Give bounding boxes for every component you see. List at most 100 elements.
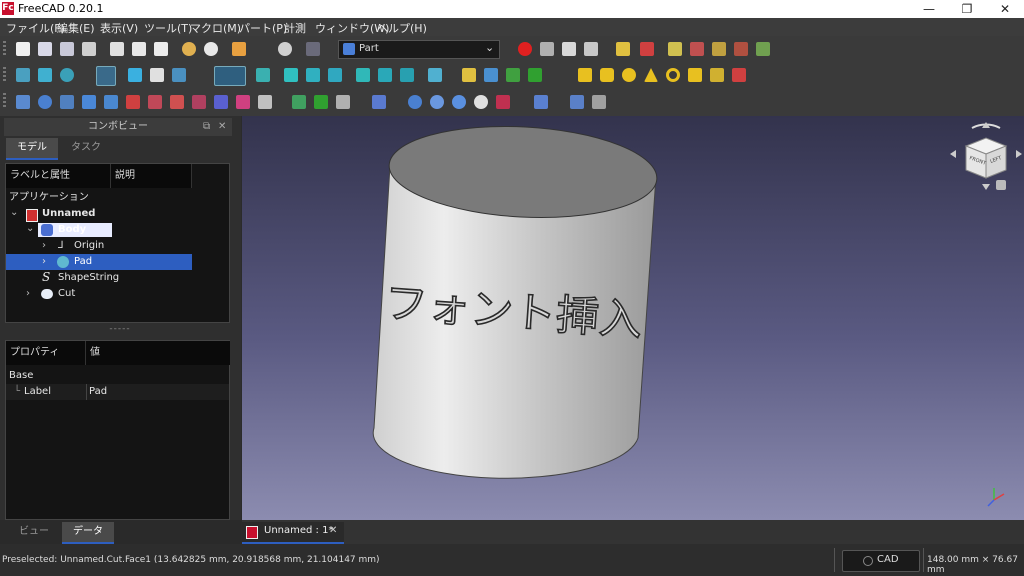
- toolbar-grip[interactable]: [3, 93, 6, 109]
- hand-icon[interactable]: [232, 42, 246, 56]
- menu-edit[interactable]: 編集(E): [57, 20, 95, 36]
- minimize-button[interactable]: —: [911, 0, 947, 18]
- rear-view-icon[interactable]: [356, 68, 370, 82]
- undo-icon[interactable]: [182, 42, 196, 56]
- link-icon[interactable]: [172, 68, 186, 82]
- extrude-icon[interactable]: [16, 95, 30, 109]
- tree-item-unnamed[interactable]: ⌄ Unnamed: [6, 206, 229, 222]
- create-link-icon[interactable]: [506, 68, 520, 82]
- part-tool-6-icon[interactable]: [734, 42, 748, 56]
- fit-selection-icon[interactable]: [38, 68, 52, 82]
- compound-icon[interactable]: [372, 95, 386, 109]
- menu-tools[interactable]: ツール(T): [144, 20, 192, 36]
- primitives-icon[interactable]: [710, 68, 724, 82]
- cone-icon[interactable]: [644, 68, 658, 82]
- cut-boolean-icon[interactable]: [430, 95, 444, 109]
- bottom-view-icon[interactable]: [378, 68, 392, 82]
- open-document-icon[interactable]: [38, 42, 52, 56]
- measure-distance-icon[interactable]: [428, 68, 442, 82]
- toolbar-grip[interactable]: [3, 41, 6, 57]
- projection-icon[interactable]: [314, 95, 328, 109]
- part-tool-5-icon[interactable]: [712, 42, 726, 56]
- thickness-icon[interactable]: [292, 95, 306, 109]
- expand-chevron-icon[interactable]: ⌄: [26, 221, 34, 237]
- loft-icon[interactable]: [170, 95, 184, 109]
- new-document-icon[interactable]: [16, 42, 30, 56]
- menu-view[interactable]: 表示(V): [100, 20, 138, 36]
- collapsed-chevron-icon[interactable]: ›: [26, 286, 30, 302]
- stop-macro-icon[interactable]: [540, 42, 554, 56]
- collapsed-chevron-icon[interactable]: ›: [42, 254, 46, 270]
- part-tool-4-icon[interactable]: [690, 42, 704, 56]
- expand-chevron-icon[interactable]: ⌄: [10, 205, 18, 221]
- link-actions-icon[interactable]: [528, 68, 542, 82]
- top-view-icon[interactable]: [306, 68, 320, 82]
- part-part-icon[interactable]: [462, 68, 476, 82]
- offset-icon[interactable]: [258, 95, 272, 109]
- part-tool-1-icon[interactable]: [616, 42, 630, 56]
- chamfer-icon[interactable]: [104, 95, 118, 109]
- forward-icon[interactable]: [150, 68, 164, 82]
- tab-view[interactable]: ビュー: [6, 522, 62, 542]
- property-column-name[interactable]: プロパティ: [6, 341, 86, 365]
- navigation-cube[interactable]: FRONT LEFT: [948, 120, 1024, 196]
- cut-icon[interactable]: [110, 42, 124, 56]
- cylinder-icon[interactable]: [600, 68, 614, 82]
- part-tool-7-icon[interactable]: [756, 42, 770, 56]
- check-geometry-icon[interactable]: [570, 95, 584, 109]
- property-column-value[interactable]: 値: [86, 341, 230, 365]
- whats-this-icon[interactable]: [306, 42, 320, 56]
- tree-column-label[interactable]: ラベルと属性: [6, 164, 111, 188]
- float-panel-icon[interactable]: ⧉: [203, 118, 210, 136]
- maximize-button[interactable]: ❐: [949, 0, 985, 18]
- tree-item-origin[interactable]: › ⅃ Origin: [6, 238, 229, 254]
- draw-style-icon[interactable]: [60, 68, 74, 82]
- left-view-icon[interactable]: [400, 68, 414, 82]
- menu-part[interactable]: パート(P): [239, 20, 287, 36]
- print-icon[interactable]: [82, 42, 96, 56]
- document-tab[interactable]: Unnamed : 1* ✕: [242, 522, 344, 544]
- close-tab-icon[interactable]: ✕: [329, 525, 337, 536]
- make-face-icon[interactable]: [126, 95, 140, 109]
- mirror-icon[interactable]: [60, 95, 74, 109]
- isometric-icon[interactable]: [256, 68, 270, 82]
- tab-task[interactable]: タスク: [60, 138, 112, 158]
- part-tool-3-icon[interactable]: [668, 42, 682, 56]
- tree-item-body[interactable]: ⌄ Body: [6, 222, 229, 238]
- group-icon[interactable]: [484, 68, 498, 82]
- tree-item-pad[interactable]: › Pad: [6, 254, 192, 270]
- tree-item-cut[interactable]: › Cut: [6, 286, 229, 302]
- common-icon[interactable]: [474, 95, 488, 109]
- sphere-icon[interactable]: [622, 68, 636, 82]
- collapsed-chevron-icon[interactable]: ›: [42, 238, 46, 254]
- tree-item-shapestring[interactable]: S ShapeString: [6, 270, 229, 286]
- toolbar-grip[interactable]: [3, 67, 6, 83]
- menu-measure[interactable]: 計測: [284, 20, 306, 36]
- ruled-surface-icon[interactable]: [148, 95, 162, 109]
- tab-data[interactable]: データ: [62, 522, 114, 544]
- view-menu-icon[interactable]: [996, 180, 1006, 190]
- fuse-icon[interactable]: [452, 95, 466, 109]
- cross-sections-icon[interactable]: [236, 95, 250, 109]
- menu-help[interactable]: ヘルプ(H): [377, 20, 427, 36]
- fillet-icon[interactable]: [82, 95, 96, 109]
- fit-all-icon[interactable]: [16, 68, 30, 82]
- boolean-icon[interactable]: [408, 95, 422, 109]
- bounding-box-icon[interactable]: [96, 66, 116, 86]
- cube-icon[interactable]: [578, 68, 592, 82]
- tab-model[interactable]: モデル: [6, 138, 58, 160]
- 3d-viewport[interactable]: フォント挿入 FRONT LEFT: [242, 116, 1024, 520]
- record-macro-icon[interactable]: [518, 42, 532, 56]
- close-panel-icon[interactable]: ✕: [218, 118, 226, 136]
- part-tool-2-icon[interactable]: [640, 42, 654, 56]
- defeaturing-icon[interactable]: [592, 95, 606, 109]
- property-group-base[interactable]: Base: [6, 368, 232, 384]
- revolve-icon[interactable]: [38, 95, 52, 109]
- attachment-icon[interactable]: [336, 95, 350, 109]
- section-icon[interactable]: [214, 95, 228, 109]
- macros-icon[interactable]: [562, 42, 576, 56]
- execute-macro-icon[interactable]: [584, 42, 598, 56]
- redo-icon[interactable]: [204, 42, 218, 56]
- menu-macro[interactable]: マクロ(M): [190, 20, 241, 36]
- paste-icon[interactable]: [154, 42, 168, 56]
